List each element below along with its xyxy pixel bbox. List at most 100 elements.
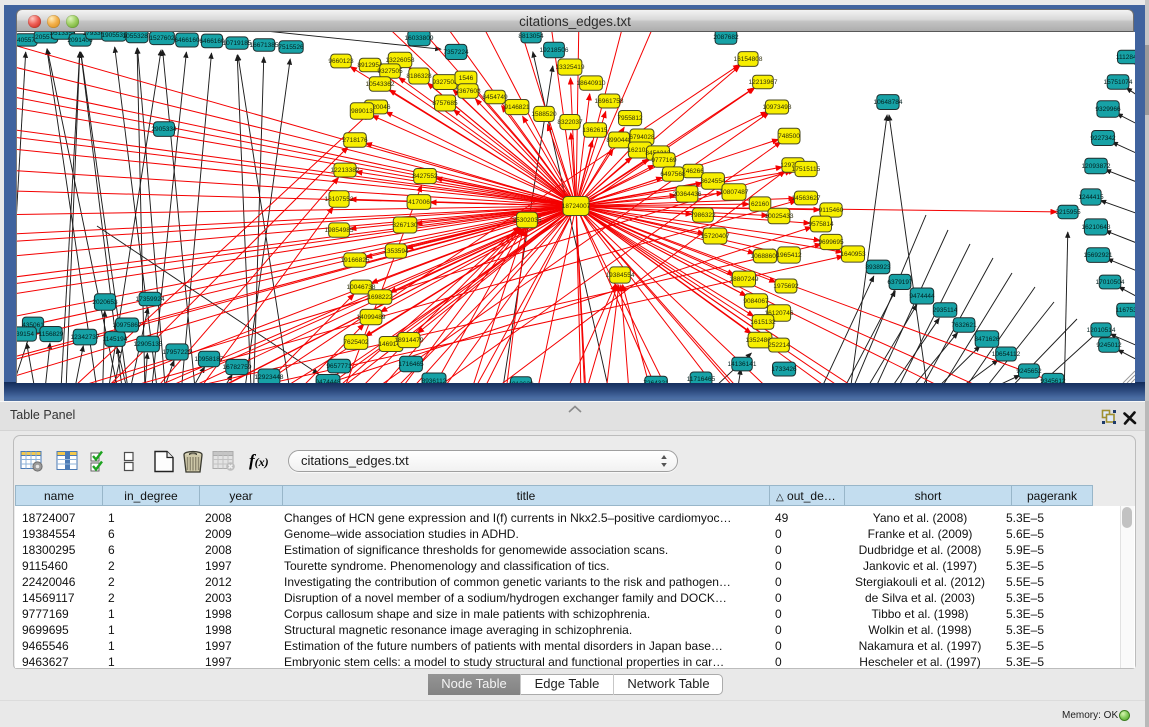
- svg-text:1588520: 1588520: [531, 111, 557, 118]
- svg-text:6379197: 6379197: [887, 279, 913, 286]
- svg-text:10973493: 10973493: [763, 104, 792, 111]
- svg-text:16033809: 16033809: [405, 35, 434, 42]
- svg-text:9084067: 9084067: [743, 298, 769, 305]
- svg-text:9327505: 9327505: [377, 68, 403, 75]
- svg-text:9474448: 9474448: [315, 379, 341, 383]
- svg-text:8186328: 8186328: [406, 73, 432, 80]
- svg-text:1640953: 1640953: [840, 251, 866, 258]
- svg-text:9345612: 9345612: [1040, 378, 1066, 383]
- svg-text:3624554: 3624554: [700, 178, 726, 185]
- svg-text:2905334: 2905334: [151, 126, 177, 133]
- svg-text:18724007: 18724007: [562, 203, 591, 210]
- svg-text:8322037: 8322037: [557, 119, 583, 126]
- svg-text:1975692: 1975692: [773, 283, 799, 290]
- svg-text:10975867: 10975867: [113, 322, 142, 329]
- svg-text:15720407: 15720407: [701, 233, 730, 240]
- svg-text:1733426: 1733426: [771, 366, 797, 373]
- svg-text:16154808: 16154808: [734, 56, 763, 63]
- svg-text:6466160: 6466160: [199, 38, 225, 45]
- svg-text:17359924: 17359924: [136, 296, 165, 303]
- svg-text:748500: 748500: [778, 133, 800, 140]
- svg-text:6497568: 6497568: [660, 171, 686, 178]
- svg-text:13325419: 13325419: [556, 64, 585, 71]
- svg-text:14136141: 14136141: [728, 361, 757, 368]
- svg-text:7625402: 7625402: [343, 339, 369, 346]
- svg-text:7357224: 7357224: [443, 49, 469, 56]
- svg-text:2087682: 2087682: [713, 34, 739, 41]
- svg-text:7632621: 7632621: [951, 322, 977, 329]
- svg-text:10807487: 10807487: [720, 189, 749, 196]
- svg-text:12093872: 12093872: [1082, 163, 1111, 170]
- svg-text:18807249: 18807249: [730, 276, 759, 283]
- svg-text:10654112: 10654112: [992, 351, 1021, 358]
- svg-text:1615132: 1615132: [750, 319, 776, 326]
- svg-text:1716465: 1716465: [398, 361, 424, 368]
- svg-text:13226058: 13226058: [386, 57, 415, 64]
- svg-text:3215955: 3215955: [1055, 209, 1081, 216]
- svg-text:8471626: 8471626: [974, 336, 1000, 343]
- svg-text:9699695: 9699695: [818, 239, 844, 246]
- svg-text:16671385: 16671385: [250, 42, 279, 49]
- svg-text:19166825: 19166825: [341, 257, 370, 264]
- svg-text:2718176: 2718176: [342, 137, 368, 144]
- svg-text:12905135: 12905135: [134, 341, 163, 348]
- svg-text:2020653: 2020653: [92, 299, 118, 306]
- svg-text:2367608: 2367608: [455, 88, 481, 95]
- svg-text:7515526: 7515526: [278, 44, 304, 51]
- svg-text:9115460: 9115460: [819, 207, 844, 214]
- svg-text:9146821: 9146821: [504, 104, 530, 111]
- svg-text:7264321: 7264321: [643, 380, 669, 383]
- svg-text:9245012: 9245012: [1096, 342, 1122, 349]
- svg-text:6466160: 6466160: [174, 37, 200, 44]
- svg-text:16782759: 16782759: [223, 364, 252, 371]
- svg-text:9245652: 9245652: [1016, 368, 1042, 375]
- svg-text:8757685: 8757685: [432, 100, 458, 107]
- svg-text:39154: 39154: [17, 331, 34, 338]
- svg-text:25302035: 25302035: [513, 217, 542, 224]
- svg-text:17515115: 17515115: [792, 166, 821, 173]
- svg-text:10543362: 10543362: [366, 81, 395, 88]
- svg-text:14563627: 14563627: [792, 195, 821, 202]
- svg-text:9227342: 9227342: [1090, 135, 1116, 142]
- svg-text:8813054: 8813054: [518, 33, 544, 40]
- svg-text:20364436: 20364436: [673, 191, 702, 198]
- svg-text:8427552: 8427552: [412, 173, 438, 180]
- svg-text:12342737: 12342737: [71, 334, 100, 341]
- svg-text:417006: 417006: [408, 199, 430, 206]
- svg-text:18640910: 18640910: [577, 80, 606, 87]
- svg-text:1156829: 1156829: [39, 331, 64, 338]
- svg-text:7986322: 7986322: [690, 212, 716, 219]
- svg-text:16107552: 16107552: [325, 196, 354, 203]
- svg-text:9660123: 9660123: [328, 58, 354, 65]
- svg-text:19854985: 19854985: [325, 227, 354, 234]
- svg-text:1167533: 1167533: [1116, 307, 1135, 314]
- svg-text:14099489: 14099489: [357, 314, 386, 321]
- svg-text:252214: 252214: [768, 342, 790, 349]
- svg-text:1244415: 1244415: [1078, 194, 1104, 201]
- svg-text:10025433: 10025433: [765, 213, 794, 220]
- svg-text:10719185: 10719185: [223, 40, 252, 47]
- svg-text:19384554: 19384554: [606, 272, 635, 279]
- svg-text:16961758: 16961758: [595, 98, 624, 105]
- svg-text:12213382: 12213382: [331, 167, 360, 174]
- svg-text:1965412: 1965412: [776, 252, 802, 259]
- svg-text:989013: 989013: [351, 108, 373, 115]
- svg-text:16210643: 16210643: [1082, 224, 1111, 231]
- svg-text:9575814: 9575814: [808, 221, 834, 228]
- svg-text:10553287: 10553287: [123, 33, 152, 40]
- svg-text:6794028: 6794028: [629, 134, 655, 141]
- svg-text:11716465: 11716465: [687, 376, 716, 383]
- svg-text:9777169: 9777169: [651, 157, 677, 164]
- svg-text:12923448: 12923448: [255, 374, 284, 381]
- svg-text:1362615: 1362615: [582, 127, 608, 134]
- svg-text:8454749: 8454749: [482, 94, 508, 101]
- svg-text:18914479: 18914479: [395, 337, 424, 344]
- svg-text:8938923: 8938923: [865, 264, 891, 271]
- svg-text:9329966: 9329966: [1095, 106, 1121, 113]
- svg-text:17010504: 17010504: [1096, 279, 1125, 286]
- svg-text:8990448: 8990448: [606, 137, 632, 144]
- svg-text:15692921: 15692921: [1084, 252, 1113, 259]
- svg-text:1698222: 1698222: [367, 294, 393, 301]
- svg-text:9327508: 9327508: [432, 79, 458, 86]
- svg-text:12213967: 12213967: [749, 79, 778, 86]
